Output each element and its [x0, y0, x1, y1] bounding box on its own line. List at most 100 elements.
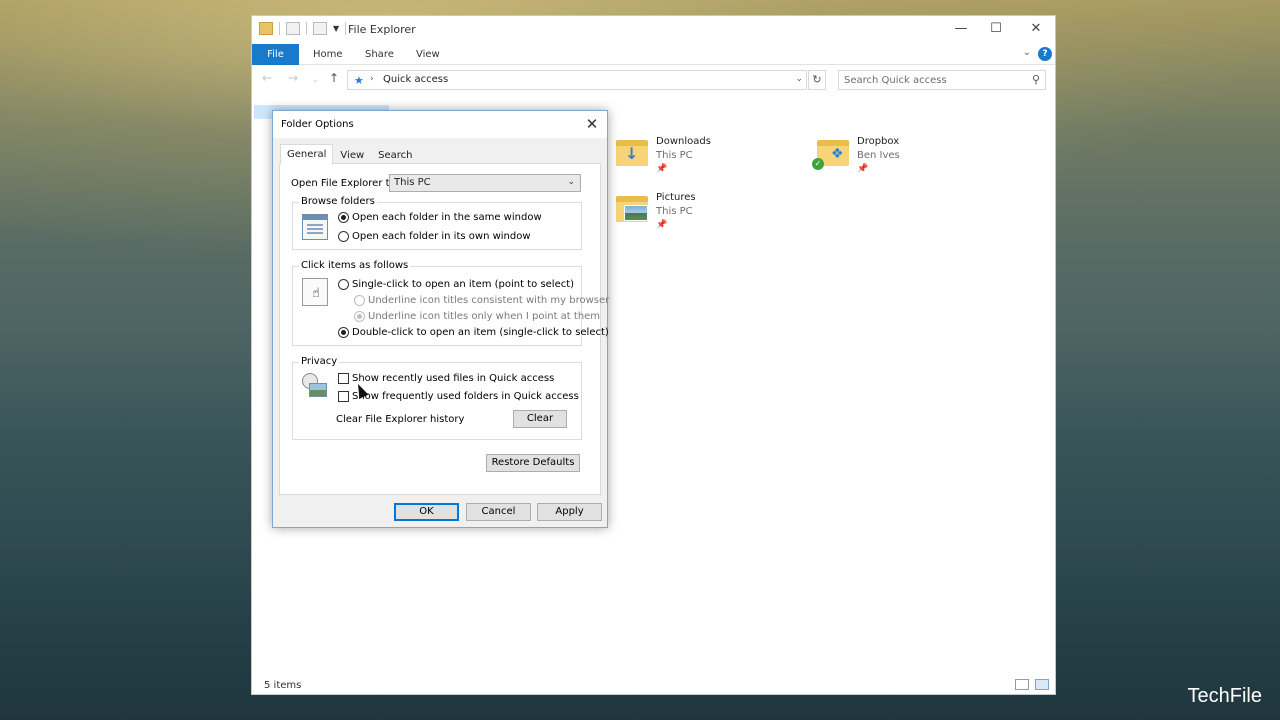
maximize-icon[interactable]: ☐	[976, 19, 1016, 39]
tile-location: This PC	[656, 206, 693, 217]
back-arrow-icon[interactable]: ←	[262, 71, 272, 85]
radio-underline-point: Underline icon titles only when I point …	[354, 309, 600, 323]
up-arrow-icon[interactable]: ↑	[329, 71, 339, 85]
browse-folders-icon	[302, 214, 328, 240]
dialog-title: Folder Options	[281, 119, 354, 130]
tab-search[interactable]: Search	[371, 146, 419, 164]
large-icons-view-icon[interactable]	[1035, 679, 1049, 690]
downloads-folder-icon: ↓	[625, 144, 639, 163]
folder-app-icon	[259, 22, 273, 35]
address-dropdown-icon[interactable]: ⌄	[795, 74, 803, 84]
option-label: Single-click to open an item (point to s…	[352, 278, 575, 290]
privacy-group: Privacy Show recently used files in Quic…	[292, 356, 582, 440]
dialog-tabs: General View Search	[280, 144, 420, 165]
minimize-icon[interactable]: —	[941, 19, 981, 39]
tab-view[interactable]: View	[416, 44, 440, 65]
open-to-label: Open File Explorer to:	[291, 178, 400, 189]
tile-name: Dropbox	[857, 136, 900, 147]
radio-same-window[interactable]: Open each folder in the same window	[338, 210, 542, 224]
ok-button[interactable]: OK	[394, 503, 459, 521]
customize-toolbar-icon[interactable]: ▼	[333, 24, 339, 33]
tab-general[interactable]: General	[280, 144, 334, 165]
option-label: Show frequently used folders in Quick ac…	[352, 390, 579, 402]
radio-button[interactable]	[338, 230, 349, 242]
toolbar-divider	[279, 22, 280, 35]
view-switcher	[1015, 679, 1049, 690]
checkbox[interactable]	[338, 390, 349, 402]
tab-file[interactable]: File	[252, 44, 299, 65]
quick-access-toolbar: ▼	[259, 22, 347, 35]
pin-icon: 📌	[656, 164, 668, 174]
refresh-icon[interactable]: ↻	[808, 70, 826, 90]
radio-button[interactable]	[338, 278, 349, 290]
option-label: Double-click to open an item (single-cli…	[352, 326, 609, 338]
checkbox-frequent-folders[interactable]: Show frequently used folders in Quick ac…	[338, 389, 579, 403]
group-title: Browse folders	[299, 196, 377, 207]
tile-location: Ben Ives	[857, 150, 900, 161]
apply-button[interactable]: Apply	[537, 503, 602, 521]
expand-ribbon-icon[interactable]: ⌄	[1023, 47, 1031, 58]
pictures-folder-icon	[624, 205, 648, 221]
option-label: Open each folder in the same window	[352, 211, 542, 223]
ribbon: File Home Share View ⌄ ?	[252, 44, 1055, 65]
open-to-dropdown[interactable]: This PC ⌄	[389, 174, 581, 192]
clear-history-label: Clear File Explorer history	[336, 414, 465, 425]
tab-home[interactable]: Home	[313, 44, 343, 65]
photo-icon	[309, 383, 327, 397]
new-folder-icon[interactable]	[313, 22, 327, 35]
radio-single-click[interactable]: Single-click to open an item (point to s…	[338, 277, 574, 291]
clear-button[interactable]: Clear	[513, 410, 567, 428]
search-icon: ⚲	[1031, 73, 1040, 86]
address-bar[interactable]: ★ › Quick access ⌄	[347, 70, 807, 90]
folder-tile-downloads[interactable]: ↓ Downloads This PC 📌	[616, 134, 806, 182]
tab-view[interactable]: View	[333, 146, 371, 164]
option-label: Open each folder in its own window	[352, 230, 531, 242]
tab-share[interactable]: Share	[365, 44, 394, 65]
status-item-count: 5 items	[264, 680, 302, 691]
privacy-icon	[302, 373, 328, 399]
radio-double-click[interactable]: Double-click to open an item (single-cli…	[338, 325, 609, 339]
radio-own-window[interactable]: Open each folder in its own window	[338, 229, 531, 243]
sync-check-icon: ✓	[812, 158, 824, 170]
properties-icon[interactable]	[286, 22, 300, 35]
option-label: Underline icon titles only when I point …	[368, 310, 601, 322]
checkbox-recent-files[interactable]: Show recently used files in Quick access	[338, 371, 554, 385]
toolbar-divider	[345, 22, 347, 35]
folder-options-dialog: Folder Options ✕ General View Search Ope…	[272, 110, 609, 528]
folder-tile-dropbox[interactable]: ❖ ✓ Dropbox Ben Ives 📌	[812, 134, 1007, 182]
close-icon[interactable]: ✕	[1016, 19, 1056, 39]
group-title: Click items as follows	[299, 260, 411, 271]
checkbox[interactable]	[338, 372, 349, 384]
tile-name: Pictures	[656, 192, 696, 203]
tile-name: Downloads	[656, 136, 711, 147]
pointer-hand-icon	[302, 278, 328, 306]
general-tab-panel: Open File Explorer to: This PC ⌄ Browse …	[279, 163, 609, 495]
pin-icon: 📌	[857, 164, 869, 174]
restore-defaults-button[interactable]: Restore Defaults	[486, 454, 580, 472]
chevron-down-icon: ⌄	[567, 177, 575, 187]
toolbar-divider	[306, 22, 307, 35]
group-title: Privacy	[299, 356, 340, 367]
dialog-titlebar[interactable]: Folder Options ✕	[273, 111, 607, 138]
breadcrumb-location[interactable]: Quick access	[383, 74, 448, 85]
folder-tile-pictures[interactable]: Pictures This PC 📌	[616, 190, 806, 238]
radio-button	[354, 294, 365, 306]
radio-button	[354, 310, 365, 322]
navigation-bar: ← → ⌄ ↑ ★ › Quick access ⌄ ↻ ⚲	[252, 66, 1055, 94]
breadcrumb-chevron-icon[interactable]: ›	[370, 74, 374, 84]
pin-icon: 📌	[656, 220, 668, 230]
radio-button[interactable]	[338, 326, 349, 338]
watermark: TechFile	[1187, 685, 1262, 707]
search-box[interactable]: ⚲	[838, 70, 1046, 90]
radio-button[interactable]	[338, 211, 349, 223]
quick-access-star-icon: ★	[354, 74, 364, 87]
search-input[interactable]	[839, 71, 1019, 89]
click-items-group: Click items as follows Single-click to o…	[292, 260, 609, 346]
cancel-button[interactable]: Cancel	[466, 503, 531, 521]
help-icon[interactable]: ?	[1038, 47, 1052, 61]
close-icon[interactable]: ✕	[581, 114, 603, 134]
recent-locations-icon[interactable]: ⌄	[312, 75, 319, 84]
open-to-value: This PC	[394, 177, 431, 188]
forward-arrow-icon[interactable]: →	[288, 71, 298, 85]
details-view-icon[interactable]	[1015, 679, 1029, 690]
